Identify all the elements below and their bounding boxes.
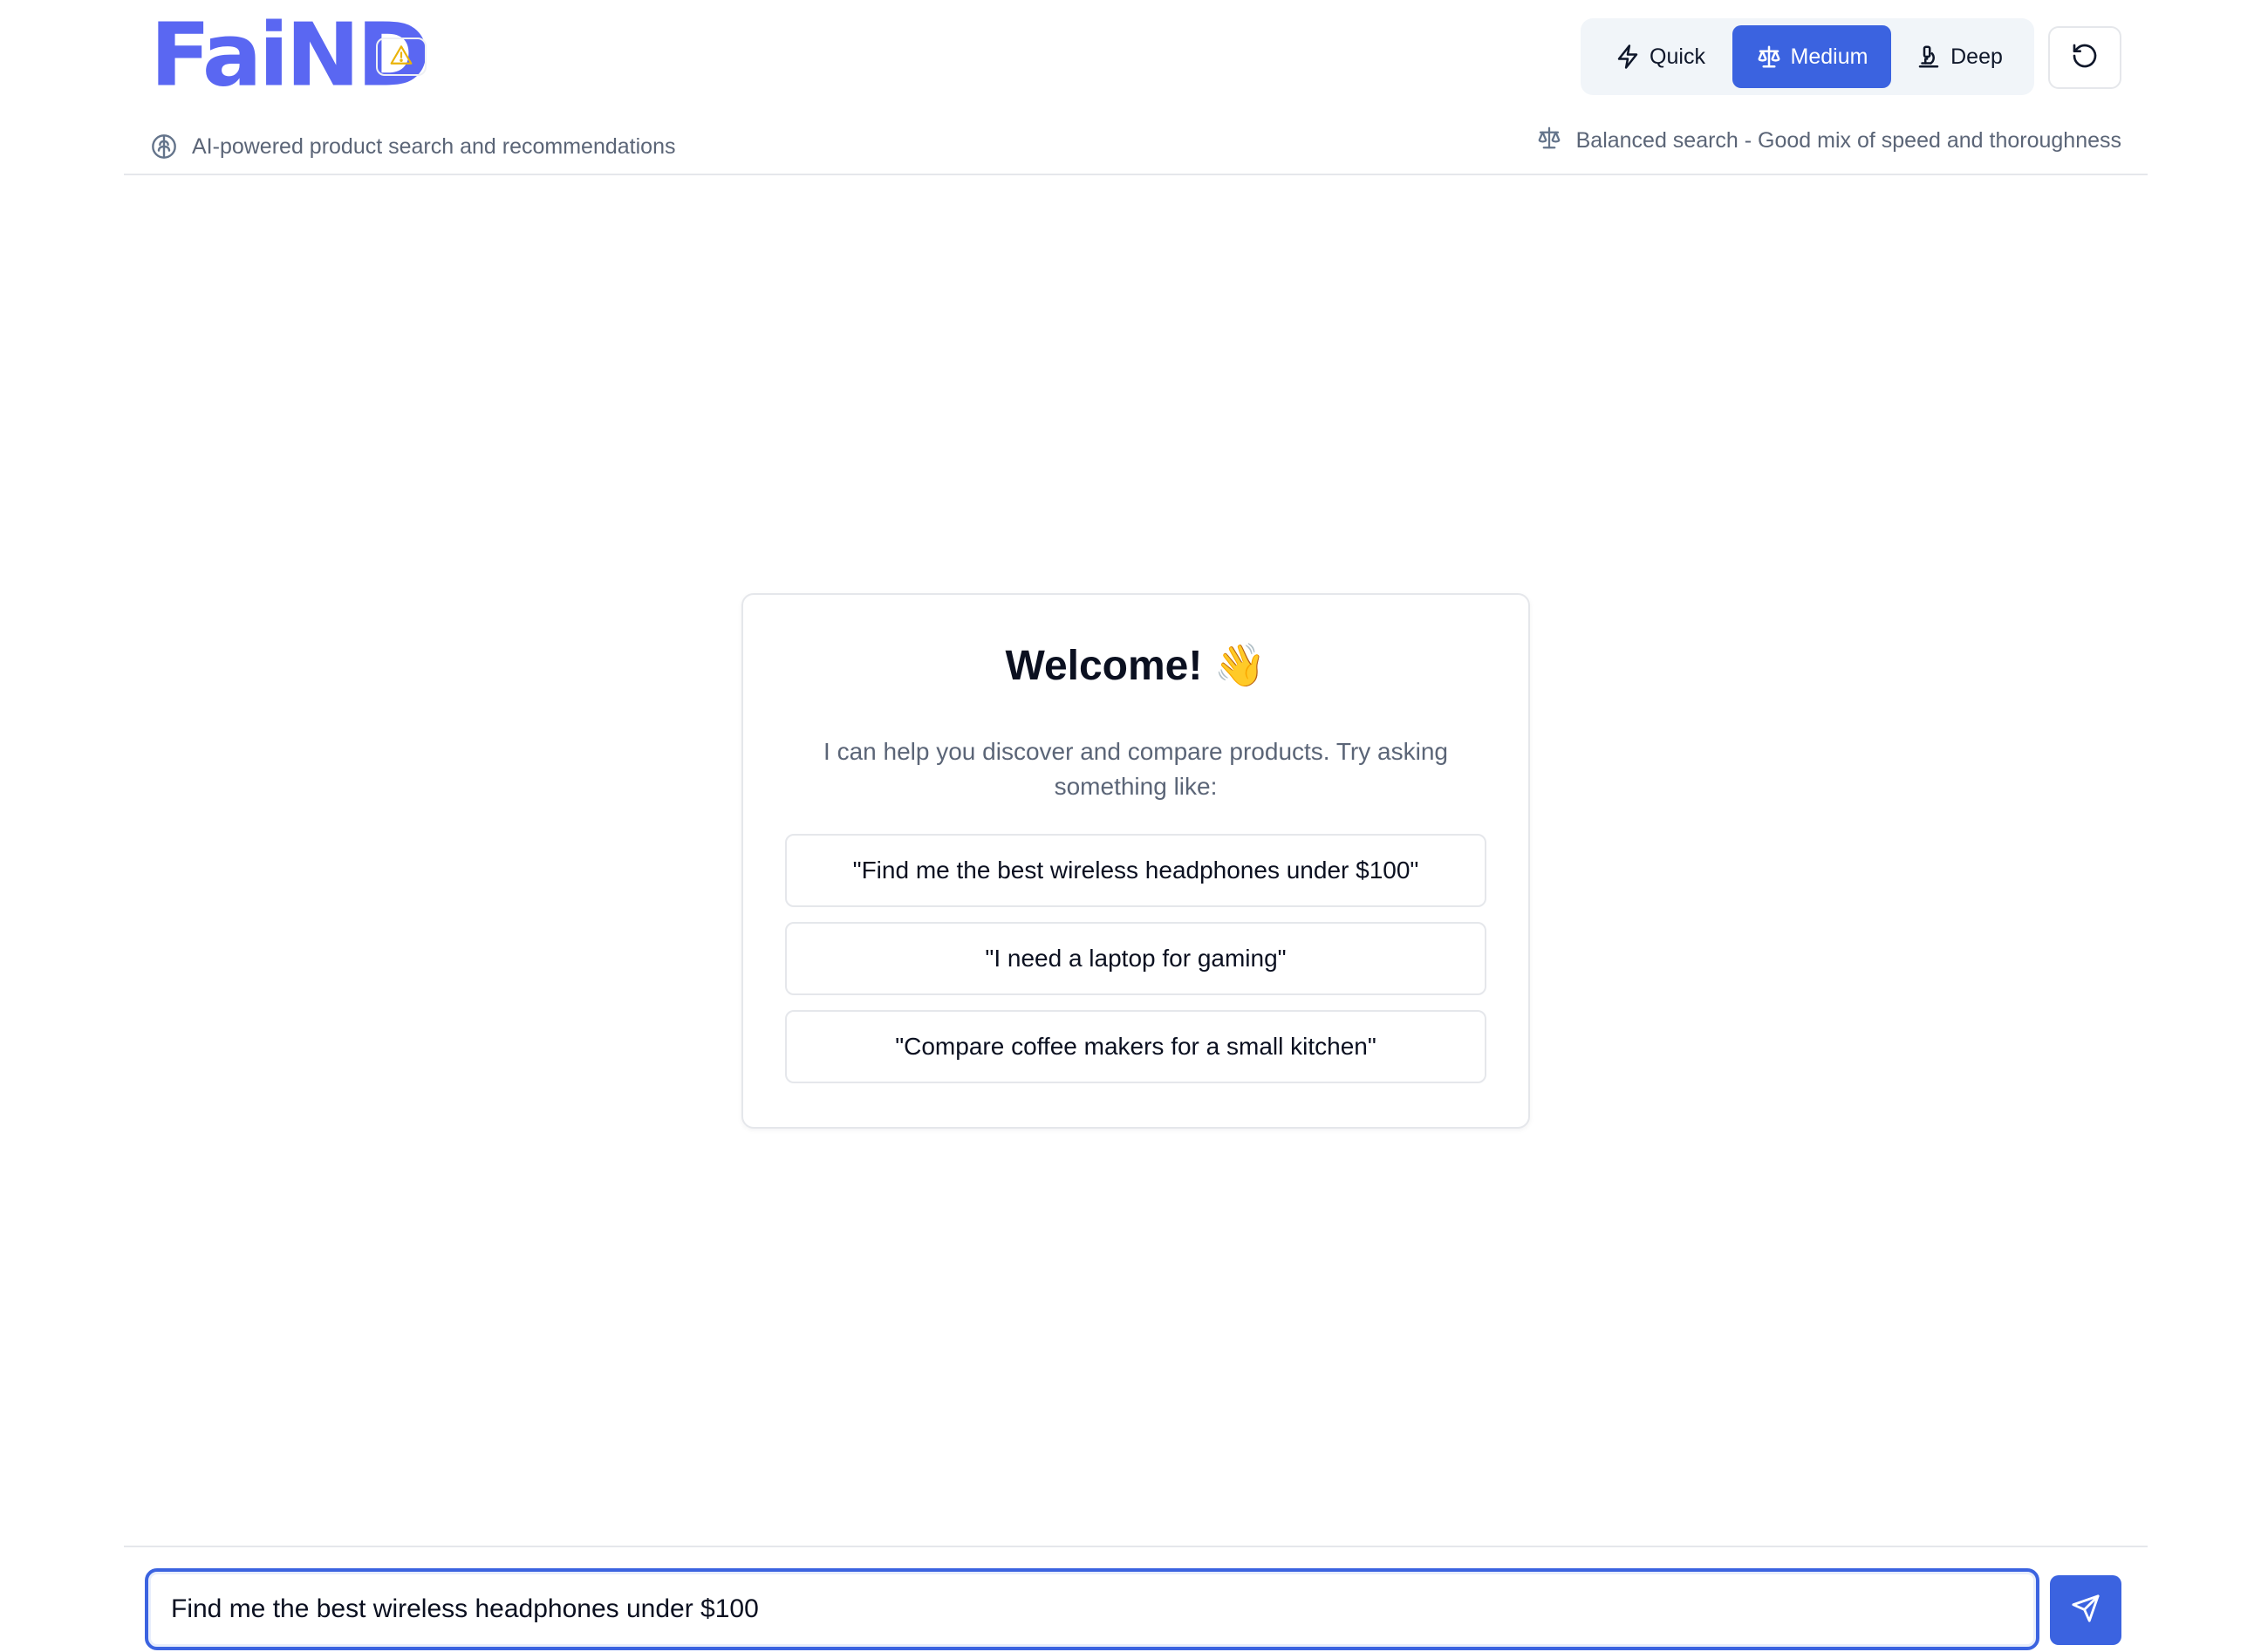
- scale-icon: [1536, 125, 1562, 157]
- chat-input[interactable]: [145, 1568, 2039, 1650]
- mode-quick-label: Quick: [1650, 44, 1705, 69]
- brain-icon: [150, 133, 178, 160]
- reset-button[interactable]: [2048, 26, 2121, 89]
- mode-medium-button[interactable]: Medium: [1732, 25, 1891, 88]
- header-divider: [124, 174, 2148, 175]
- lightning-icon: [1615, 44, 1641, 70]
- warning-badge[interactable]: [376, 38, 427, 76]
- search-mode-selector: Quick Medium Deep: [1581, 18, 2034, 95]
- mode-medium-label: Medium: [1790, 44, 1868, 69]
- microscope-icon: [1916, 44, 1942, 70]
- mode-description-text: Balanced search - Good mix of speed and …: [1575, 128, 2121, 153]
- app-root: FaiND AI-powered product search and reco…: [124, 0, 2148, 1652]
- send-icon: [2071, 1594, 2100, 1628]
- welcome-card: Welcome! 👋 I can help you discover and c…: [741, 593, 1530, 1129]
- waving-hand-icon: 👋: [1213, 643, 1267, 689]
- rotate-ccw-icon: [2071, 42, 2099, 74]
- warning-triangle-icon: [390, 44, 413, 70]
- mode-deep-button[interactable]: Deep: [1891, 25, 2027, 88]
- welcome-title: Welcome! 👋: [743, 640, 1528, 690]
- tagline-text: AI-powered product search and recommenda…: [192, 133, 676, 159]
- welcome-title-text: Welcome!: [1005, 643, 1203, 689]
- suggestion-button[interactable]: "I need a laptop for gaming": [785, 922, 1486, 995]
- suggestion-button[interactable]: "Find me the best wireless headphones un…: [785, 834, 1486, 907]
- send-button[interactable]: [2050, 1575, 2121, 1645]
- mode-quick-button[interactable]: Quick: [1588, 25, 1732, 88]
- input-divider: [124, 1546, 2148, 1547]
- welcome-intro: I can help you discover and compare prod…: [823, 738, 1448, 800]
- app-tagline: AI-powered product search and recommenda…: [150, 133, 675, 160]
- mode-description: Balanced search - Good mix of speed and …: [1536, 125, 2121, 157]
- mode-deep-label: Deep: [1950, 44, 2003, 69]
- scale-icon: [1756, 44, 1782, 70]
- suggestion-button[interactable]: "Compare coffee makers for a small kitch…: [785, 1010, 1486, 1083]
